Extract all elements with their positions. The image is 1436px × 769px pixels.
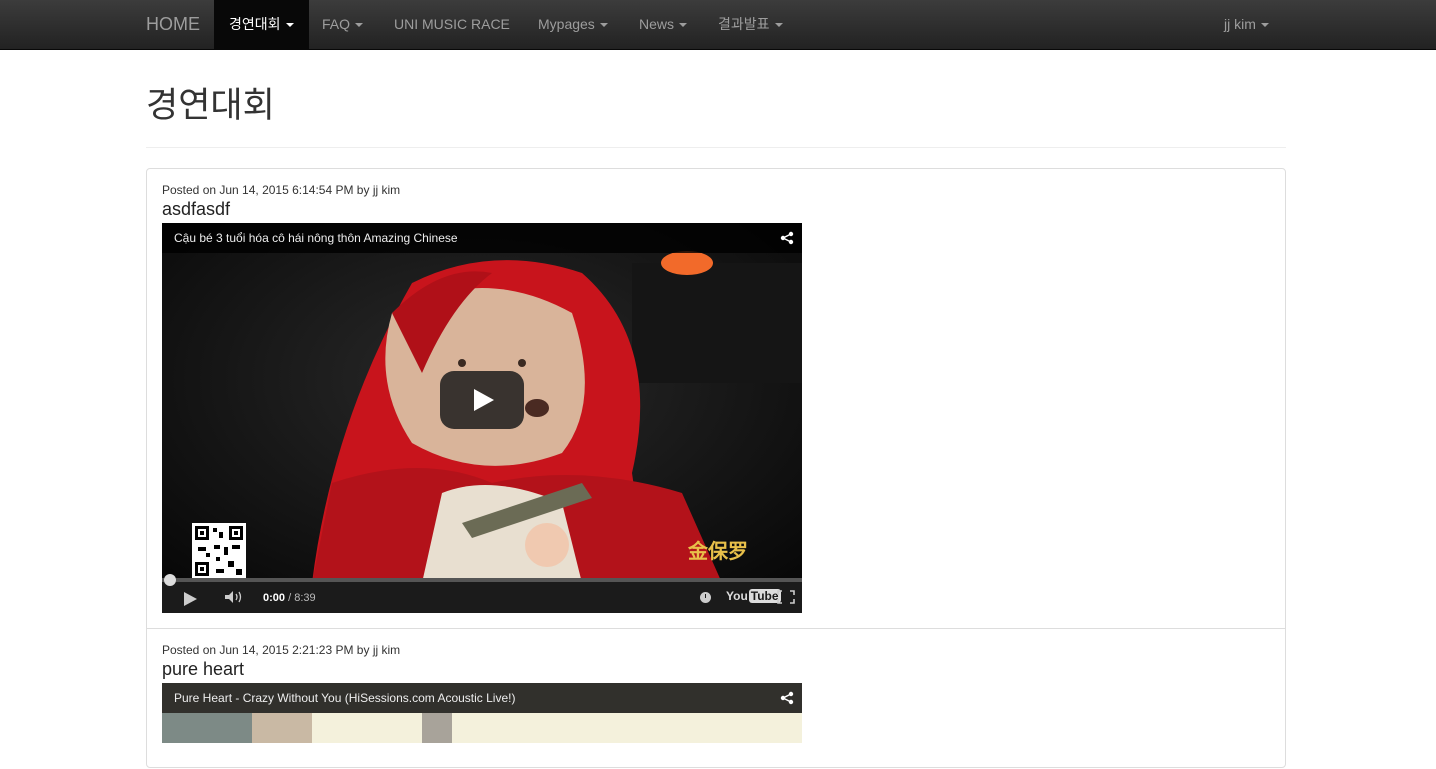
nav-uni-music-race-label: UNI MUSIC RACE bbox=[394, 16, 510, 32]
video-controls: 0:00 / 8:39 You Tube bbox=[162, 574, 802, 613]
user-name: jj kim bbox=[1224, 16, 1256, 32]
posts-panel: Posted on Jun 14, 2015 6:14:54 PM by jj … bbox=[146, 168, 1286, 768]
volume-icon[interactable] bbox=[224, 590, 244, 604]
video-title[interactable]: Pure Heart - Crazy Without You (HiSessio… bbox=[174, 691, 515, 705]
page-title: 경연대회 bbox=[146, 86, 275, 125]
youtube-logo-you: You bbox=[726, 589, 748, 603]
user-menu[interactable]: jj kim bbox=[1209, 0, 1284, 50]
time-total: / 8:39 bbox=[285, 592, 316, 604]
youtube-video-player[interactable]: 金保罗 Cậu bé 3 tuổi hóa cô hái nông thôn A… bbox=[162, 223, 802, 613]
post-meta: Posted on Jun 14, 2015 6:14:54 PM by jj … bbox=[162, 183, 401, 197]
nav-contest[interactable]: 경연대회 bbox=[214, 0, 309, 50]
qr-code bbox=[192, 523, 246, 579]
page-header: 경연대회 bbox=[146, 84, 1286, 148]
youtube-logo-tube: Tube bbox=[748, 589, 781, 603]
post-item: Posted on Jun 14, 2015 2:21:23 PM by jj … bbox=[147, 629, 1285, 769]
chevron-down-icon bbox=[285, 23, 294, 28]
fullscreen-icon[interactable] bbox=[777, 590, 795, 604]
progress-bar[interactable] bbox=[162, 574, 802, 586]
chevron-down-icon bbox=[599, 23, 608, 28]
chevron-down-icon bbox=[1260, 23, 1269, 28]
nav-mypages[interactable]: Mypages bbox=[523, 0, 623, 50]
video-watermark: 金保罗 bbox=[688, 539, 748, 563]
top-navbar: HOME 경연대회 FAQ UNI MUSIC RACE Mypages New… bbox=[0, 0, 1436, 50]
nav-contest-label: 경연대회 bbox=[229, 16, 281, 32]
nav-faq-label: FAQ bbox=[322, 16, 351, 32]
nav-news-label: News bbox=[639, 16, 675, 32]
post-title: asdfasdf bbox=[162, 199, 231, 219]
video-title-bar: Cậu bé 3 tuổi hóa cô hái nông thôn Amazi… bbox=[162, 223, 802, 253]
youtube-logo[interactable]: You Tube bbox=[726, 589, 781, 603]
chevron-down-icon bbox=[679, 23, 688, 28]
nav-results[interactable]: 결과발표 bbox=[703, 0, 798, 50]
post-meta: Posted on Jun 14, 2015 2:21:23 PM by jj … bbox=[162, 643, 401, 657]
time-current: 0:00 bbox=[263, 592, 286, 604]
nav-mypages-label: Mypages bbox=[538, 16, 595, 32]
nav-results-label: 결과발표 bbox=[718, 16, 770, 32]
chevron-down-icon bbox=[355, 23, 364, 28]
share-icon[interactable] bbox=[780, 231, 794, 245]
play-button[interactable] bbox=[440, 371, 524, 429]
nav-news[interactable]: News bbox=[624, 0, 702, 50]
video-time: 0:00 / 8:39 bbox=[263, 592, 316, 604]
chevron-down-icon bbox=[774, 23, 783, 28]
nav-faq[interactable]: FAQ bbox=[307, 0, 378, 50]
video-title[interactable]: Cậu bé 3 tuổi hóa cô hái nông thôn Amazi… bbox=[174, 231, 458, 245]
nav-uni-music-race[interactable]: UNI MUSIC RACE bbox=[379, 0, 525, 50]
youtube-video-player[interactable]: Pure Heart - Crazy Without You (HiSessio… bbox=[162, 683, 802, 743]
video-title-bar: Pure Heart - Crazy Without You (HiSessio… bbox=[162, 683, 802, 713]
post-title: pure heart bbox=[162, 659, 245, 679]
watch-later-icon[interactable] bbox=[700, 592, 711, 603]
post-item: Posted on Jun 14, 2015 6:14:54 PM by jj … bbox=[147, 169, 1285, 629]
home-link[interactable]: HOME bbox=[146, 0, 200, 50]
share-icon[interactable] bbox=[780, 691, 794, 705]
scrubber-handle[interactable] bbox=[164, 574, 176, 586]
play-icon[interactable] bbox=[184, 592, 197, 606]
